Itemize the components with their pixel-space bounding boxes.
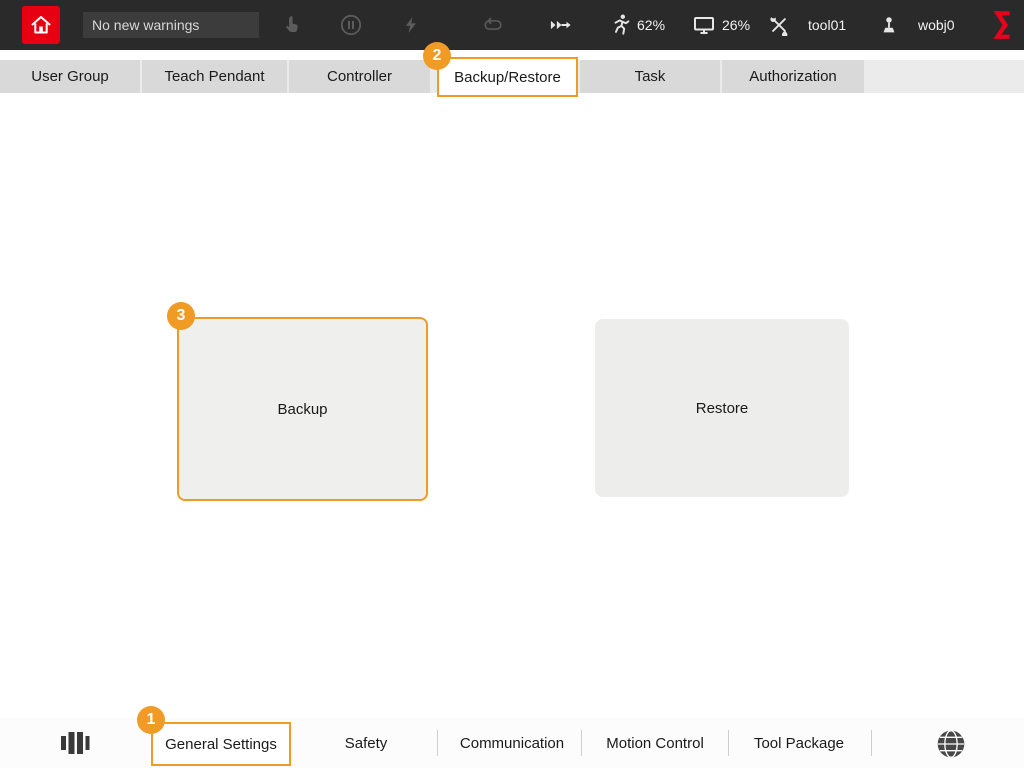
nav-label: Motion Control (606, 735, 704, 752)
brand-logo-icon (988, 9, 1014, 41)
top-status-bar: No new warnings (0, 0, 1024, 50)
step-number: 2 (433, 47, 442, 65)
globe-icon (934, 728, 968, 760)
step-3-badge: 3 (167, 302, 195, 330)
joystick-icon (878, 13, 900, 37)
lightning-icon (401, 14, 421, 36)
pause-icon (339, 13, 363, 37)
main-menu-button[interactable] (58, 729, 92, 757)
warning-text: No new warnings (92, 17, 199, 33)
step-run-icon (548, 14, 574, 36)
nav-tool-package[interactable]: Tool Package (754, 718, 844, 768)
backup-button[interactable]: Backup (177, 317, 428, 501)
tab-teach-pendant[interactable]: Teach Pendant (142, 60, 287, 93)
nav-safety[interactable]: Safety (345, 718, 388, 768)
tab-authorization[interactable]: Authorization (722, 60, 864, 93)
warning-status-box[interactable]: No new warnings (83, 12, 259, 38)
monitor-icon (692, 13, 716, 37)
speed-indicator-button[interactable] (605, 9, 637, 41)
tab-controller[interactable]: Controller (289, 60, 430, 93)
step-1-badge: 1 (137, 706, 165, 734)
home-button[interactable] (22, 6, 60, 44)
tab-label: Teach Pendant (164, 68, 264, 85)
wobj-select-button[interactable] (873, 9, 905, 41)
menu-columns-icon (59, 729, 91, 757)
settings-tab-strip: User Group Teach Pendant Controller Back… (0, 60, 1024, 93)
running-man-icon (610, 12, 632, 38)
power-boost-button[interactable] (395, 9, 427, 41)
restore-button[interactable]: Restore (595, 319, 849, 497)
backup-button-label: Backup (277, 401, 327, 418)
tab-backup-restore[interactable]: Backup/Restore (437, 57, 578, 97)
step-number: 3 (177, 307, 186, 325)
tool-select-button[interactable] (763, 9, 795, 41)
nav-general-settings[interactable]: General Settings (151, 722, 291, 766)
tab-label: User Group (31, 68, 109, 85)
nav-divider (871, 730, 872, 756)
nav-label: General Settings (165, 736, 277, 753)
step-run-button[interactable] (545, 9, 577, 41)
nav-label: Tool Package (754, 735, 844, 752)
hand-guide-icon (281, 14, 303, 36)
home-icon (29, 13, 53, 37)
tab-user-group[interactable]: User Group (0, 60, 140, 93)
loop-run-icon (481, 14, 505, 36)
tool-name: tool01 (808, 0, 846, 50)
loop-run-button[interactable] (477, 9, 509, 41)
nav-divider (437, 730, 438, 756)
tab-label: Task (635, 68, 666, 85)
tab-label: Authorization (749, 68, 837, 85)
tab-label: Backup/Restore (454, 69, 561, 86)
hand-guide-button[interactable] (276, 9, 308, 41)
load-indicator-button[interactable] (688, 9, 720, 41)
nav-communication[interactable]: Communication (460, 718, 564, 768)
nav-divider (581, 730, 582, 756)
brand-logo (986, 7, 1016, 43)
speed-percent: 62% (637, 0, 665, 50)
restore-button-label: Restore (696, 400, 749, 417)
nav-label: Communication (460, 735, 564, 752)
step-number: 1 (147, 711, 156, 729)
tab-task[interactable]: Task (580, 60, 720, 93)
nav-divider (728, 730, 729, 756)
tool-wrench-icon (768, 14, 790, 36)
load-percent: 26% (722, 0, 750, 50)
language-button[interactable] (933, 727, 969, 760)
nav-motion-control[interactable]: Motion Control (606, 718, 704, 768)
tab-label: Controller (327, 68, 392, 85)
wobj-name: wobj0 (918, 0, 955, 50)
step-2-badge: 2 (423, 42, 451, 70)
nav-label: Safety (345, 735, 388, 752)
pause-button[interactable] (335, 9, 367, 41)
